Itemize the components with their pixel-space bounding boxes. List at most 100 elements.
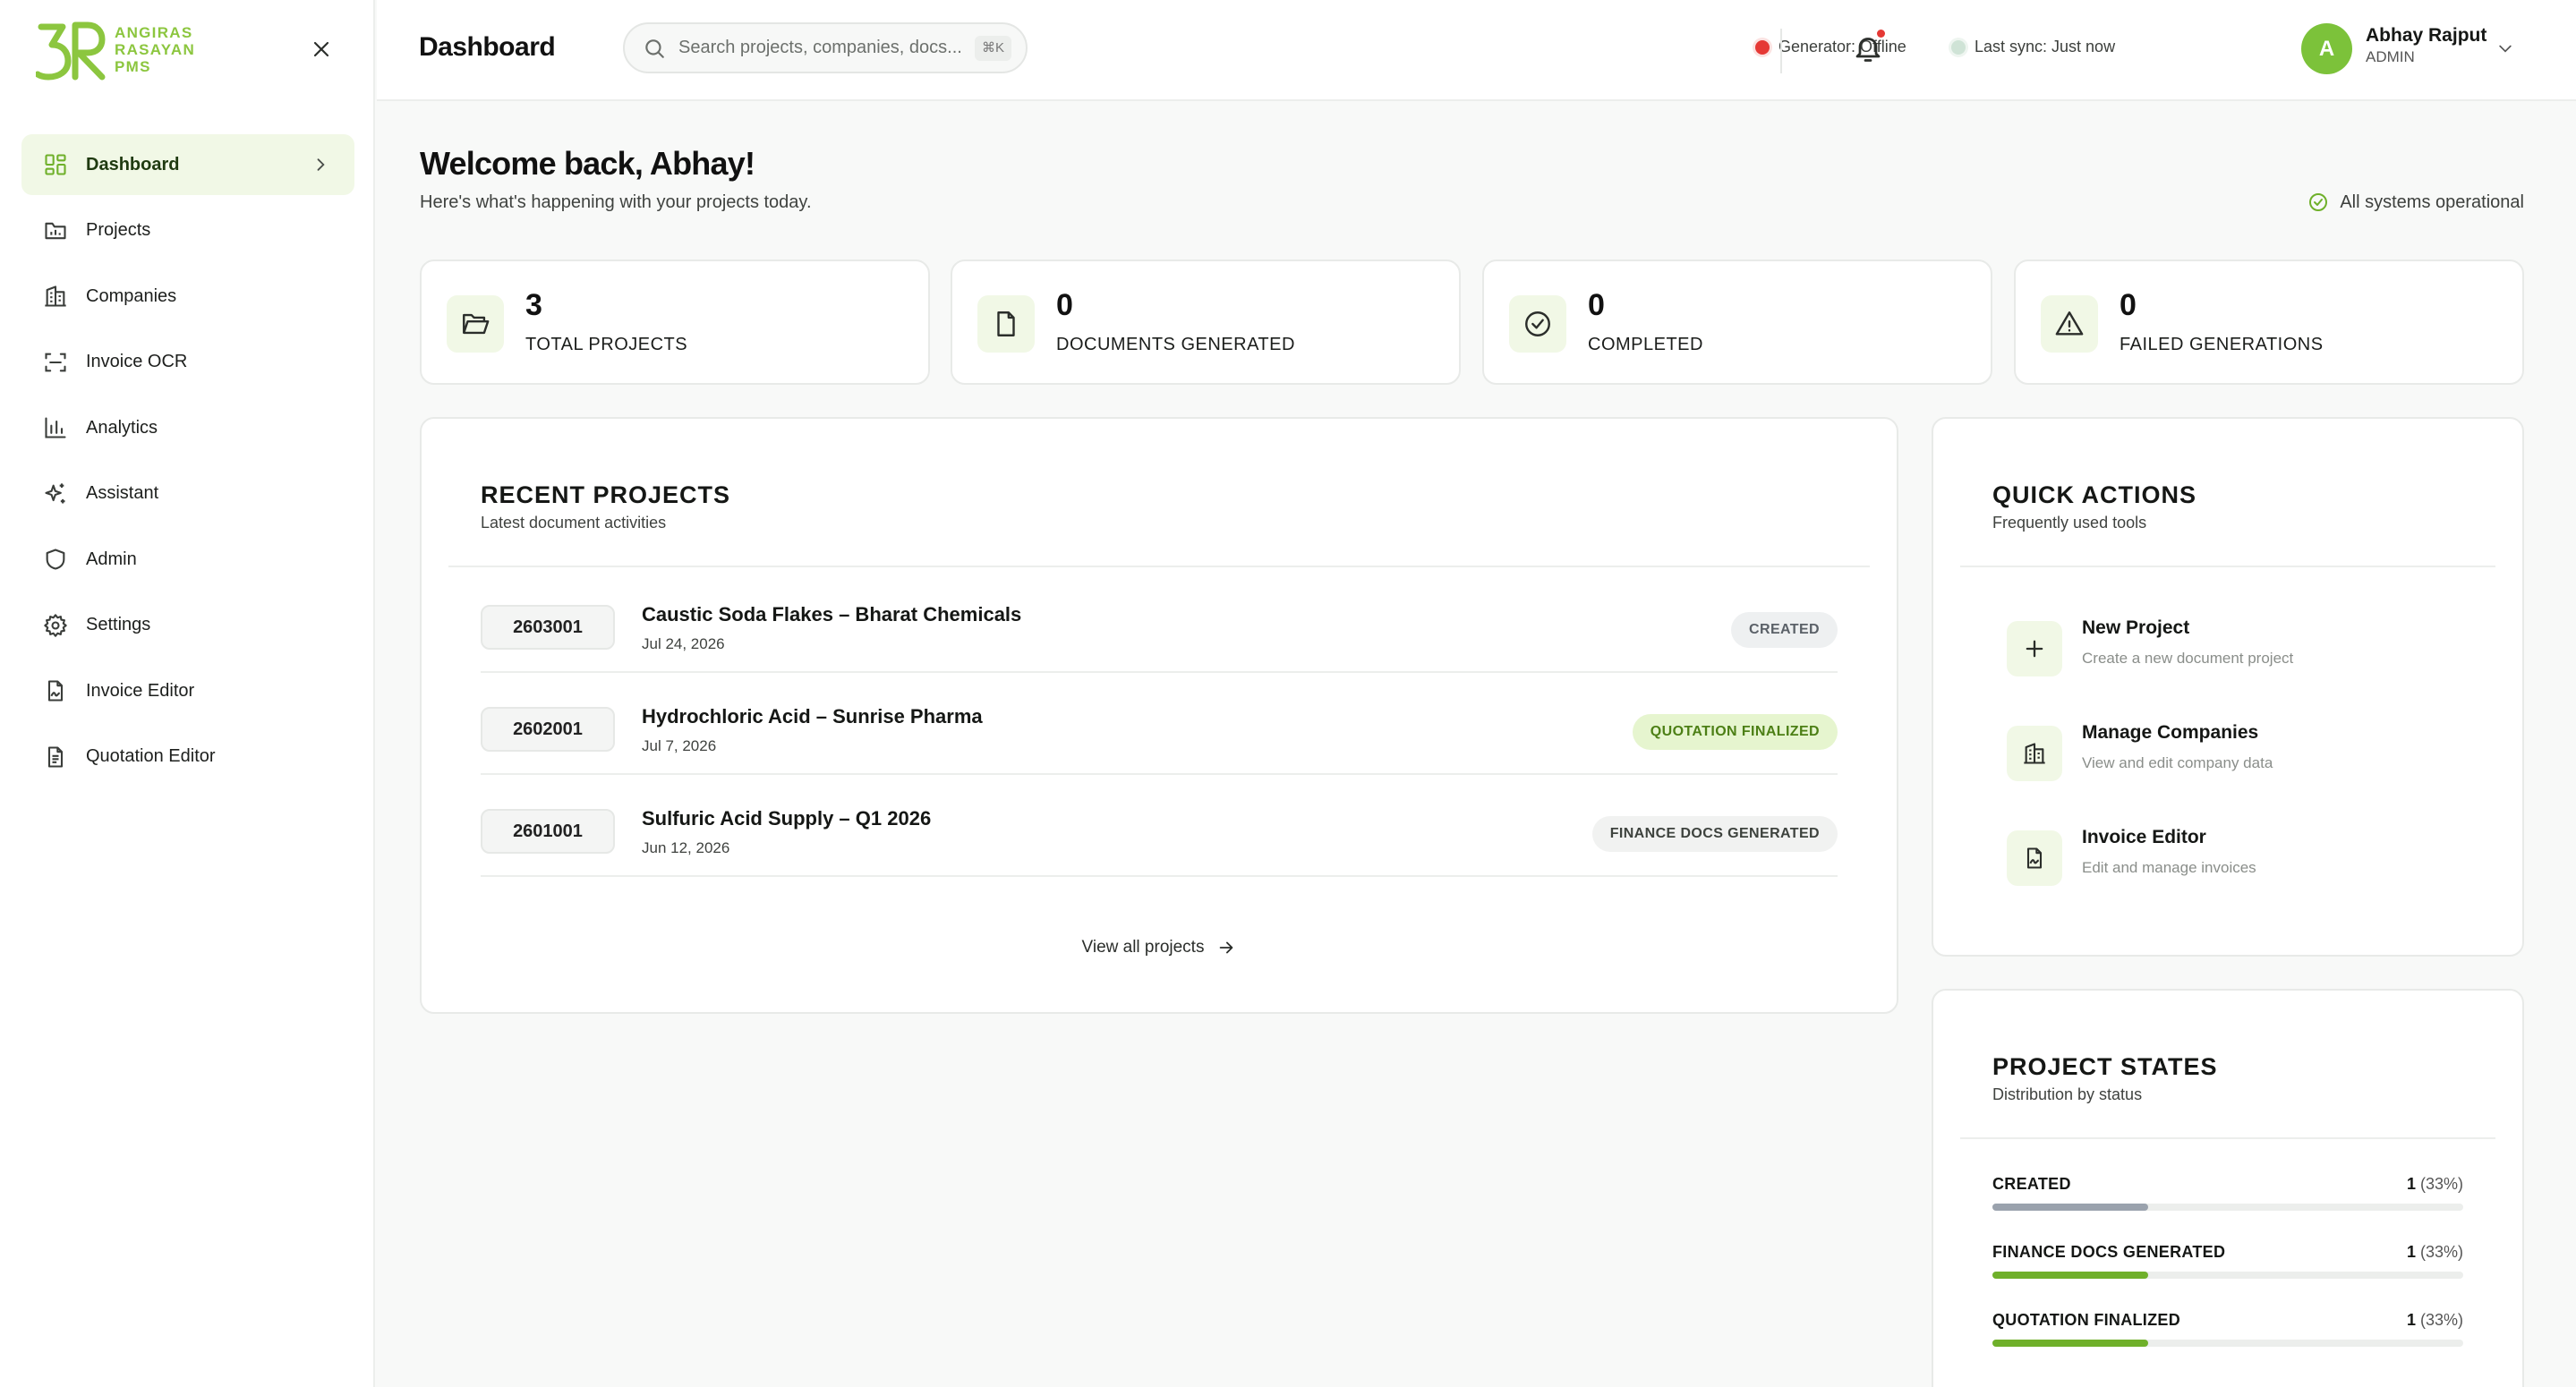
stat-value: 0 (1056, 288, 1073, 322)
file-signature-icon (47, 680, 64, 702)
welcome-subtitle: Here's what's happening with your projec… (420, 192, 812, 212)
sidebar-item-label: Assistant (86, 483, 159, 503)
stat-value: 3 (525, 288, 542, 322)
sidebar-item-label: Dashboard (86, 154, 180, 174)
project-date: Jul 7, 2026 (642, 737, 717, 754)
qa-subtitle: Create a new document project (2082, 650, 2294, 667)
panel-subtitle: Distribution by status (1992, 1085, 2143, 1103)
logo-mark-icon (36, 21, 106, 81)
chevron-right-icon (317, 158, 325, 171)
panel-subtitle: Frequently used tools (1992, 514, 2147, 532)
brand-logo[interactable]: ANGIRAS RASAYAN PMS (36, 18, 195, 81)
progress-track (1992, 1204, 2463, 1211)
scan-icon (45, 353, 66, 371)
system-status-text: All systems operational (2340, 191, 2524, 212)
project-name: Hydrochloric Acid – Sunrise Pharma (642, 705, 983, 728)
stat-icon (447, 295, 504, 353)
status-badge: QUOTATION FINALIZED (1632, 714, 1838, 750)
stat-label: TOTAL PROJECTS (525, 335, 688, 354)
stat-icon (1509, 295, 1566, 353)
arrow-right-icon (1220, 941, 1233, 954)
sidebar-item-invoice-editor[interactable]: Invoice Editor (21, 660, 354, 721)
sidebar-item-label: Quotation Editor (86, 746, 216, 766)
user-menu[interactable]: Abhay Rajput ADMIN (2366, 25, 2486, 66)
logo-line: PMS (115, 57, 151, 75)
qa-title: New Project (2082, 617, 2190, 638)
stat-label: FAILED GENERATIONS (2120, 335, 2324, 354)
sidebar-item-settings[interactable]: Settings (21, 595, 354, 656)
stat-label: DOCUMENTS GENERATED (1056, 335, 1295, 354)
view-all-projects-link[interactable]: View all projects (422, 938, 1897, 957)
qa-icon (2007, 726, 2062, 781)
sidebar-item-companies[interactable]: Companies (21, 266, 354, 327)
sidebar-item-invoice-ocr[interactable]: Invoice OCR (21, 332, 354, 393)
sidebar-nav: Dashboard Projects Companies Invoice OCR… (21, 134, 354, 792)
sidebar-item-assistant[interactable]: Assistant (21, 464, 354, 524)
project-date: Jul 24, 2026 (642, 635, 725, 652)
project-date: Jun 12, 2026 (642, 839, 730, 856)
avatar[interactable]: A (2301, 23, 2352, 74)
system-status: All systems operational (2307, 191, 2524, 213)
logo-line: RASAYAN (115, 40, 196, 58)
quick-actions-panel: QUICK ACTIONS Frequently used tools New … (1932, 417, 2524, 957)
sidebar-item-label: Settings (86, 615, 151, 634)
qa-title: Manage Companies (2082, 722, 2259, 743)
sidebar-item-label: Companies (86, 285, 177, 306)
state-row: FINANCE DOCS GENERATED 1 (33%) (1992, 1243, 2463, 1297)
project-code: 2603001 (481, 605, 615, 650)
stat-value: 0 (2120, 288, 2137, 322)
state-label: QUOTATION FINALIZED (1992, 1311, 2181, 1329)
generator-status-text: Generator: Offline (1778, 38, 1906, 55)
sidebar-item-label: Invoice Editor (86, 680, 195, 701)
sparkles-icon (45, 482, 65, 503)
table-row[interactable]: 2601001 Sulfuric Acid Supply – Q1 2026 J… (481, 775, 1838, 877)
sidebar-item-label: Projects (86, 220, 151, 240)
warning-icon (2055, 311, 2084, 336)
stat-card-documents-generated: 0 DOCUMENTS GENERATED (951, 260, 1461, 385)
user-role: ADMIN (2366, 48, 2415, 65)
recent-projects-panel: RECENT PROJECTS Latest document activiti… (420, 417, 1898, 1014)
panel-title: QUICK ACTIONS (1992, 481, 2196, 508)
search-placeholder: Search projects, companies, docs... (678, 38, 962, 57)
folder-chart-icon (45, 222, 66, 239)
sidebar-item-quotation-editor[interactable]: Quotation Editor (21, 727, 354, 787)
qa-title: Invoice Editor (2082, 827, 2206, 847)
plus-icon (2026, 640, 2043, 658)
view-all-label: View all projects (1081, 938, 1205, 957)
status-dot (1951, 39, 1966, 55)
logo-line: ANGIRAS (115, 23, 193, 41)
stat-card-completed: 0 COMPLETED (1482, 260, 1992, 385)
sidebar-item-analytics[interactable]: Analytics (21, 397, 354, 458)
project-states-panel: PROJECT STATES Distribution by status CR… (1932, 989, 2524, 1387)
invoice-editor-button[interactable]: Invoice Editor Edit and manage invoices (2007, 823, 2490, 895)
panel-subtitle: Latest document activities (481, 514, 667, 532)
sidebar-item-label: Invoice OCR (86, 352, 188, 371)
status-badge: FINANCE DOCS GENERATED (1591, 816, 1838, 852)
chevron-down-icon[interactable] (2496, 39, 2514, 57)
sidebar-item-admin[interactable]: Admin (21, 529, 354, 590)
state-label: CREATED (1992, 1175, 2071, 1193)
stat-label: COMPLETED (1588, 335, 1703, 354)
state-count: 1 (33%) (2407, 1243, 2463, 1262)
sync-status: Last sync: Just now (1951, 38, 2115, 56)
folder-open-icon (463, 313, 490, 335)
sidebar-item-dashboard[interactable]: Dashboard (21, 134, 354, 195)
file-signature-icon (2026, 847, 2043, 869)
search-input[interactable]: Search projects, companies, docs... ⌘K (623, 22, 1028, 73)
panel-divider (448, 566, 1870, 567)
panel-title: RECENT PROJECTS (481, 481, 731, 508)
qa-subtitle: View and edit company data (2082, 754, 2273, 771)
state-row: CREATED 1 (33%) (1992, 1175, 2463, 1229)
close-sidebar-button[interactable] (306, 34, 337, 64)
table-row[interactable]: 2603001 Caustic Soda Flakes – Bharat Che… (481, 571, 1838, 673)
table-row[interactable]: 2602001 Hydrochloric Acid – Sunrise Phar… (481, 673, 1838, 775)
close-icon (313, 41, 329, 57)
bar-chart-icon (45, 417, 66, 438)
manage-companies-button[interactable]: Manage Companies View and edit company d… (2007, 719, 2490, 790)
sidebar-item-projects[interactable]: Projects (21, 200, 354, 261)
panel-divider (1960, 566, 2495, 567)
check-circle-icon (1525, 311, 1550, 336)
qa-subtitle: Edit and manage invoices (2082, 859, 2256, 876)
state-label: FINANCE DOCS GENERATED (1992, 1243, 2226, 1261)
new-project-button[interactable]: New Project Create a new document projec… (2007, 614, 2490, 685)
